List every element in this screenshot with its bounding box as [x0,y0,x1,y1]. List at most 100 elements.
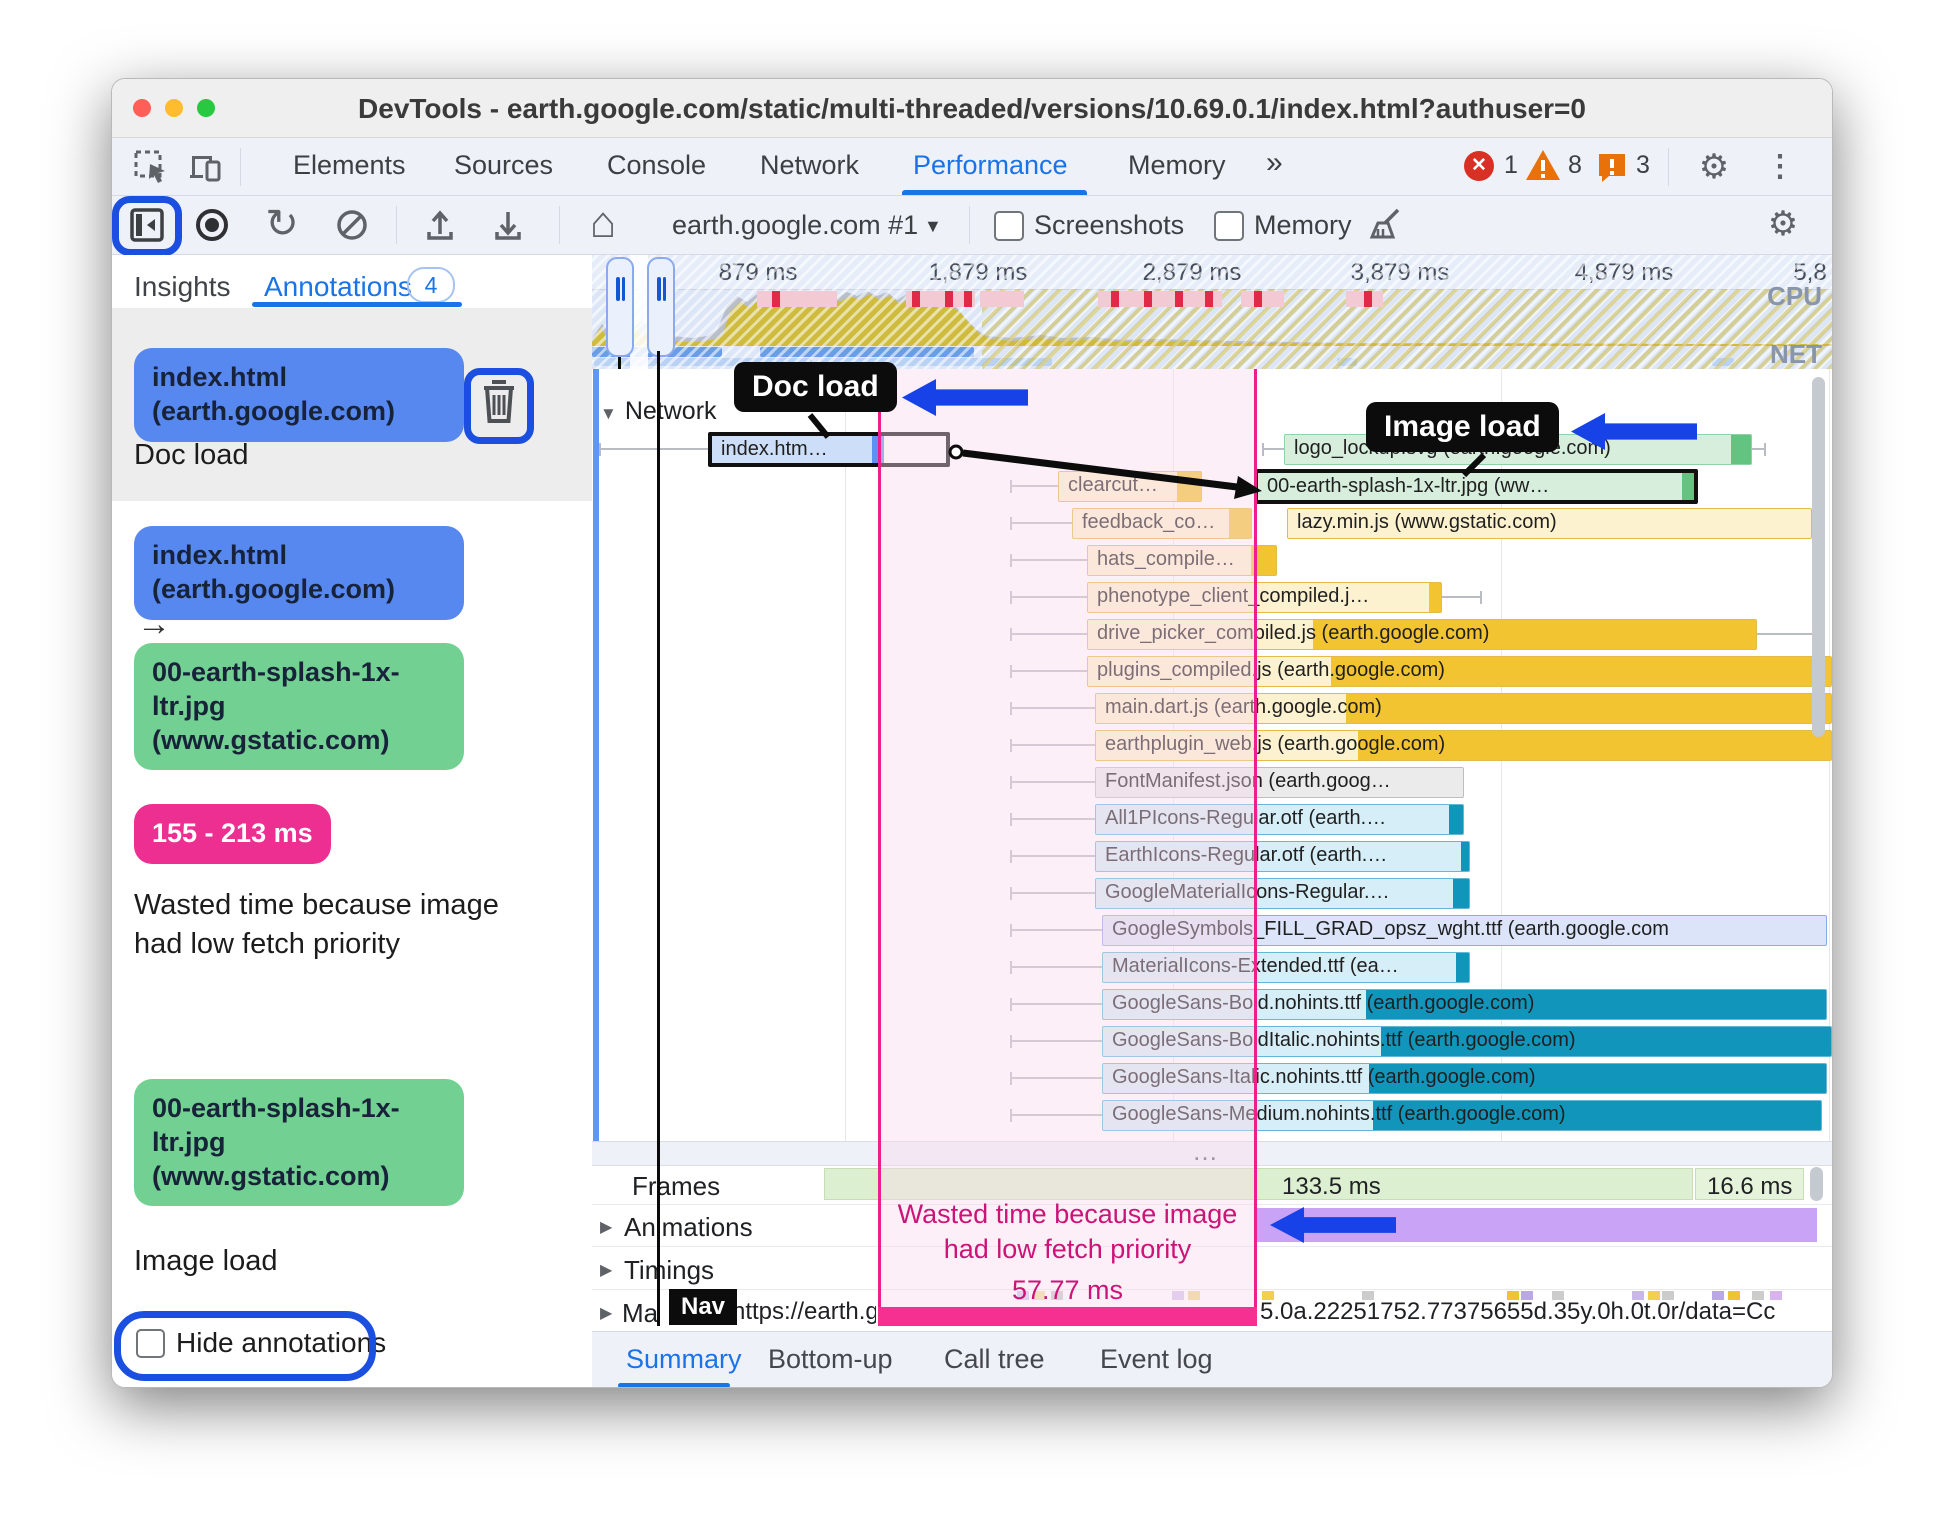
memory-checkbox[interactable] [1214,211,1244,241]
annotation-card-doc-load[interactable]: index.html (earth.google.com) Doc load [112,308,592,502]
tab-summary[interactable]: Summary [626,1344,742,1375]
flame-scrollbar-thumb[interactable] [1812,377,1825,737]
queue-whisker [1010,1040,1102,1042]
queue-whisker [1010,522,1072,524]
device-toolbar-icon[interactable] [184,146,226,188]
tab-call-tree[interactable]: Call tree [944,1344,1045,1375]
network-request-bar[interactable]: GoogleMaterialIcons-Regular.… [1095,878,1470,909]
kebab-menu-icon[interactable]: ⋮ [1760,146,1800,188]
trash-annotation-ring [464,368,534,444]
network-request-bar[interactable]: GoogleSymbols_FILL_GRAD_opsz_wght.ttf (e… [1102,915,1827,946]
panel-settings-gear-icon[interactable]: ⚙ [1760,202,1806,246]
tab-bottom-up[interactable]: Bottom-up [768,1344,893,1375]
main-track-url: https://earth.goog [732,1298,876,1325]
tab-event-log[interactable]: Event log [1100,1344,1213,1375]
network-request-bar[interactable]: earthplugin_web.js (earth.google.com) [1095,730,1832,761]
network-request-bar[interactable]: phenotype_client_compiled.j… [1087,582,1442,613]
interaction-marker-tick [1364,291,1372,307]
issues-badge-icon[interactable] [1596,151,1628,183]
inspect-element-icon[interactable] [130,146,172,188]
frame-duration: 133.5 ms [1282,1173,1381,1200]
network-request-bar[interactable]: clearcut… [1058,471,1202,502]
queue-whisker [1010,855,1095,857]
tab-annotations[interactable]: Annotations [264,271,412,303]
clear-icon[interactable] [330,204,374,246]
tab-performance[interactable]: Performance [913,150,1068,181]
network-request-bar[interactable]: GoogleSans-Italic.nohints.ttf (earth.goo… [1102,1063,1827,1094]
annotation-entry-pill[interactable]: index.html (earth.google.com) [134,526,464,620]
tab-sources[interactable]: Sources [454,150,553,181]
zoom-window-right-handle[interactable] [647,257,675,357]
queue-whisker-tick [1010,813,1012,826]
screenshots-checkbox[interactable] [994,211,1024,241]
network-request-bar[interactable]: EarthIcons-Regular.otf (earth.… [1095,841,1470,872]
memory-label: Memory [1254,210,1352,240]
network-request-bar[interactable]: GoogleSans-Bold.nohints.ttf (earth.googl… [1102,989,1827,1020]
tab-elements[interactable]: Elements [293,150,406,181]
tab-insights[interactable]: Insights [134,271,231,303]
network-waterfall[interactable]: ▼Network index.htm…logo_lockup.svg (eart… [592,369,1832,1141]
collapsed-rows-strip[interactable]: … [592,1136,1832,1166]
network-request-bar[interactable]: plugins_compiled.js (earth.google.com) [1087,656,1832,687]
queue-whisker-tick [1010,628,1012,641]
more-tabs-icon[interactable]: » [1266,146,1283,180]
zoom-window-left-handle[interactable] [606,257,634,357]
network-request-bar[interactable]: GoogleSans-Medium.nohints.ttf (earth.goo… [1102,1100,1822,1131]
timeline-overview[interactable]: 879 ms 1,879 ms 2,879 ms 3,879 ms 4,879 … [592,255,1832,370]
collect-garbage-broom-icon[interactable] [1364,204,1408,246]
annotation-entry-pill[interactable]: 00-earth-splash-1x-ltr.jpg (www.gstatic.… [134,643,464,771]
network-request-bar[interactable]: All1PIcons-Regular.otf (earth.… [1095,804,1464,835]
annotation-entry-pill[interactable]: index.html (earth.google.com) [134,348,464,442]
network-request-bar[interactable]: lazy.min.js (www.gstatic.com) [1287,508,1812,539]
queue-whisker-tick [1010,665,1012,678]
annotation-card-image-load[interactable]: 00-earth-splash-1x-ltr.jpg (www.gstatic.… [112,1034,592,1284]
wasted-time-duration: 57.77 ms [1011,1275,1124,1305]
network-request-bar[interactable]: hats_compile… [1087,545,1277,576]
performance-toolbar: ↻ ⌂ earth.google.com #1 ▼ Screenshots Me… [112,196,1832,256]
screenshots-label: Screenshots [1034,210,1185,240]
network-request-bar[interactable]: MaterialIcons-Extended.ttf (ea… [1102,952,1470,983]
upload-profile-icon[interactable] [418,204,462,246]
network-request-bar[interactable]: feedback_co… [1072,508,1252,539]
chevron-down-icon[interactable]: ▼ [924,216,942,237]
active-tab-underline [902,190,1087,195]
download-profile-icon[interactable] [486,204,530,246]
network-request-bar[interactable]: FontManifest.json (earth.goog… [1095,767,1464,798]
queue-whisker [1010,1003,1102,1005]
queue-whisker [599,448,708,450]
queue-whisker-tick [1010,517,1012,530]
tab-console[interactable]: Console [607,150,706,181]
target-selector[interactable]: earth.google.com #1 [672,210,918,241]
home-icon[interactable]: ⌂ [580,200,626,246]
frames-scrollbar-thumb[interactable] [1810,1167,1823,1201]
active-bottom-tab-underline [618,1383,730,1387]
tab-network[interactable]: Network [760,150,859,181]
active-sidebar-tab-underline [252,302,462,307]
settings-gear-icon[interactable]: ⚙ [1692,146,1736,188]
network-request-bar[interactable]: GoogleSans-BoldItalic.nohints.ttf (earth… [1102,1026,1832,1057]
annotation-card-time-range[interactable]: 155 - 213 ms Wasted time because image h… [112,774,592,1035]
hide-annotations-control[interactable]: Hide annotations [112,1309,592,1381]
time-range-pill[interactable]: 155 - 213 ms [134,804,331,864]
frame-segment[interactable] [824,1168,1693,1200]
hide-annotations-ring [114,1311,376,1381]
network-request-bar[interactable]: drive_picker_compiled.js (earth.google.c… [1087,619,1757,650]
interaction-marker-tick [1175,291,1183,307]
reload-record-icon[interactable]: ↻ [260,202,304,246]
annotation-card-link[interactable]: index.html (earth.google.com) → 00-earth… [112,501,592,775]
network-request-bar[interactable]: 00-earth-splash-1x-ltr.jpg (ww… [1254,469,1698,504]
error-badge-icon[interactable]: ✕ [1464,151,1494,181]
interaction-marker-band [757,291,837,307]
doc-load-callout: Doc load [734,362,897,412]
network-request-bar[interactable]: main.dart.js (earth.google.com) [1095,693,1832,724]
annotation-entry-pill[interactable]: 00-earth-splash-1x-ltr.jpg (www.gstatic.… [134,1079,464,1207]
record-icon[interactable] [190,204,234,246]
queue-whisker-tick [1010,1072,1012,1085]
tab-memory[interactable]: Memory [1128,150,1226,181]
queue-whisker [1262,448,1284,450]
warning-badge-icon[interactable] [1525,148,1561,182]
network-request-bar[interactable]: index.htm… [708,432,950,467]
interaction-marker-tick [945,291,953,307]
queue-whisker [1010,596,1087,598]
interaction-marker-tick [1144,291,1152,307]
